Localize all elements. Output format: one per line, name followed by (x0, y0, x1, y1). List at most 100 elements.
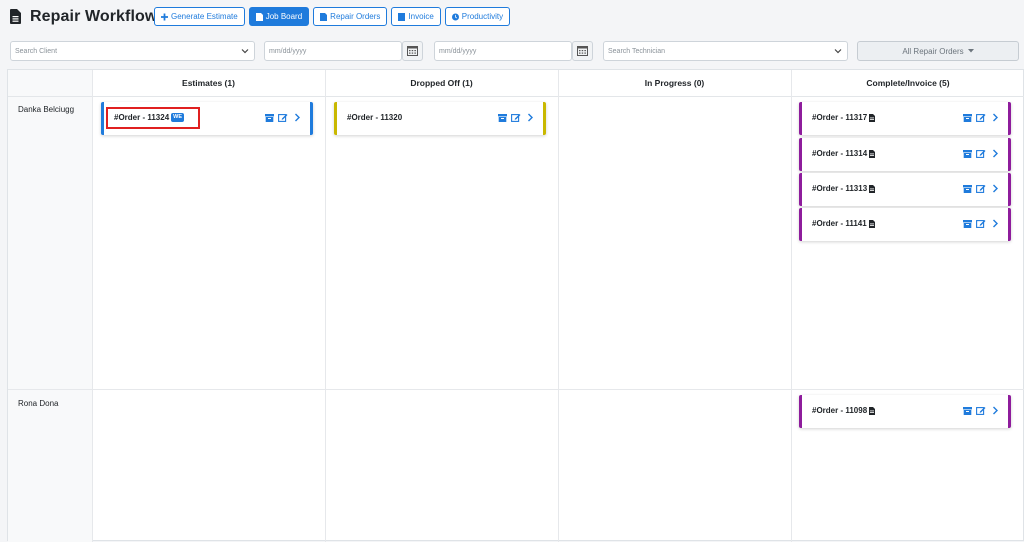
card-actions (963, 184, 1000, 193)
tab-label: Generate Estimate (171, 12, 238, 21)
archive-icon[interactable] (963, 149, 972, 158)
edit-icon[interactable] (976, 406, 986, 415)
order-number: #Order - 11141 (812, 219, 867, 228)
order-card[interactable]: #Order - 11141 (799, 208, 1011, 241)
card-actions (963, 219, 1000, 228)
date-from-input[interactable]: mm/dd/yyyy (264, 41, 402, 61)
corner-header (8, 70, 92, 97)
plus-icon (161, 13, 168, 20)
card-actions (963, 113, 1000, 122)
archive-icon[interactable] (963, 219, 972, 228)
selection-highlight (106, 107, 200, 129)
archive-icon[interactable] (963, 184, 972, 193)
order-number: #Order - 11320 (347, 113, 403, 122)
edit-icon[interactable] (976, 113, 986, 122)
page-title: Repair Workflow (30, 8, 158, 25)
edit-icon[interactable] (976, 184, 986, 193)
date-to-input[interactable]: mm/dd/yyyy (434, 41, 572, 61)
column-header-estimates: Estimates (1) (92, 70, 325, 97)
order-number-group: #Order - 11320 (347, 113, 402, 122)
chevron-right-icon[interactable] (292, 113, 302, 122)
order-number-group: #Order - 11098 (812, 406, 876, 415)
repair-orders-filter-dropdown[interactable]: All Repair Orders (857, 41, 1019, 61)
archive-icon[interactable] (963, 113, 972, 122)
date-to-calendar-button[interactable] (572, 41, 593, 61)
technician-name: Rona Dona (18, 399, 59, 408)
invoice-icon (869, 184, 876, 193)
document-icon (320, 12, 328, 21)
invoice-icon (398, 12, 406, 21)
technician-column (8, 70, 92, 542)
tab-repair-orders[interactable]: Repair Orders (313, 7, 388, 26)
nav-tabs: Generate Estimate Job Board Repair Order… (154, 7, 511, 26)
card-actions (963, 406, 1000, 415)
tab-label: Job Board (265, 12, 303, 21)
technician-name: Danka Belciugg (18, 105, 75, 114)
row-divider (8, 389, 1024, 390)
column-divider (558, 70, 559, 542)
column-header-in-progress: In Progress (0) (558, 70, 791, 97)
chevron-right-icon[interactable] (990, 406, 1000, 415)
chevron-down-icon (834, 49, 842, 54)
column-divider (92, 70, 93, 542)
clock-icon (451, 13, 459, 20)
chevron-right-icon[interactable] (525, 113, 535, 122)
order-card[interactable]: #Order - 11317 (799, 102, 1011, 135)
document-icon (255, 12, 263, 21)
order-card[interactable]: #Order - 11313 (799, 173, 1011, 206)
top-bar: Repair Workflow Generate Estimate Job Bo… (0, 0, 1024, 36)
calendar-icon (577, 46, 588, 56)
tab-job-board[interactable]: Job Board (248, 7, 310, 26)
caret-down-icon (967, 49, 974, 53)
order-number: #Order - 11314 (812, 149, 868, 158)
card-actions (498, 113, 535, 122)
chevron-right-icon[interactable] (990, 149, 1000, 158)
order-card[interactable]: #Order - 11314 (799, 138, 1011, 171)
column-header-complete-invoice: Complete/Invoice (5) (791, 70, 1024, 97)
client-search-placeholder: Search Client (15, 47, 58, 55)
date-from-calendar-button[interactable] (402, 41, 423, 61)
date-to-placeholder: mm/dd/yyyy (439, 47, 477, 55)
edit-icon[interactable] (976, 149, 986, 158)
invoice-icon (868, 219, 875, 228)
card-actions (963, 149, 1000, 158)
order-number: #Order - 11098 (812, 406, 868, 415)
chevron-down-icon (241, 49, 249, 54)
invoice-icon (869, 406, 876, 415)
tab-label: Repair Orders (330, 12, 381, 21)
order-number: #Order - 11317 (812, 113, 868, 122)
repair-orders-filter-label: All Repair Orders (902, 46, 964, 56)
archive-icon[interactable] (265, 113, 274, 122)
invoice-icon (869, 113, 876, 122)
card-actions (265, 113, 302, 122)
edit-icon[interactable] (278, 113, 288, 122)
order-card[interactable]: #Order - 11320 (334, 102, 546, 135)
calendar-icon (407, 46, 418, 56)
edit-icon[interactable] (511, 113, 521, 122)
order-number-group: #Order - 11314 (812, 149, 876, 158)
tab-invoice[interactable]: Invoice (391, 7, 441, 26)
tab-label: Productivity (461, 12, 504, 21)
tab-productivity[interactable]: Productivity (444, 7, 511, 26)
tab-label: Invoice (408, 12, 434, 21)
tab-generate-estimate[interactable]: Generate Estimate (154, 7, 245, 26)
chevron-right-icon[interactable] (990, 184, 1000, 193)
date-from-placeholder: mm/dd/yyyy (269, 47, 307, 55)
document-icon (10, 9, 21, 24)
edit-icon[interactable] (976, 219, 986, 228)
archive-icon[interactable] (963, 406, 972, 415)
order-number-group: #Order - 11313 (812, 184, 876, 193)
client-search-select[interactable]: Search Client (10, 41, 255, 61)
archive-icon[interactable] (498, 113, 507, 122)
column-divider (791, 70, 792, 542)
invoice-icon (869, 149, 876, 158)
technician-search-placeholder: Search Technician (608, 47, 666, 55)
technician-search-select[interactable]: Search Technician (603, 41, 848, 61)
order-number: #Order - 11313 (812, 184, 868, 193)
chevron-right-icon[interactable] (990, 219, 1000, 228)
order-card[interactable]: #Order - 11098 (799, 395, 1011, 428)
order-number-group: #Order - 11141 (812, 219, 875, 228)
chevron-right-icon[interactable] (990, 113, 1000, 122)
order-number-group: #Order - 11317 (812, 113, 876, 122)
filter-bar: Search Client mm/dd/yyyy mm/dd/yyyy Sear… (10, 41, 1020, 61)
